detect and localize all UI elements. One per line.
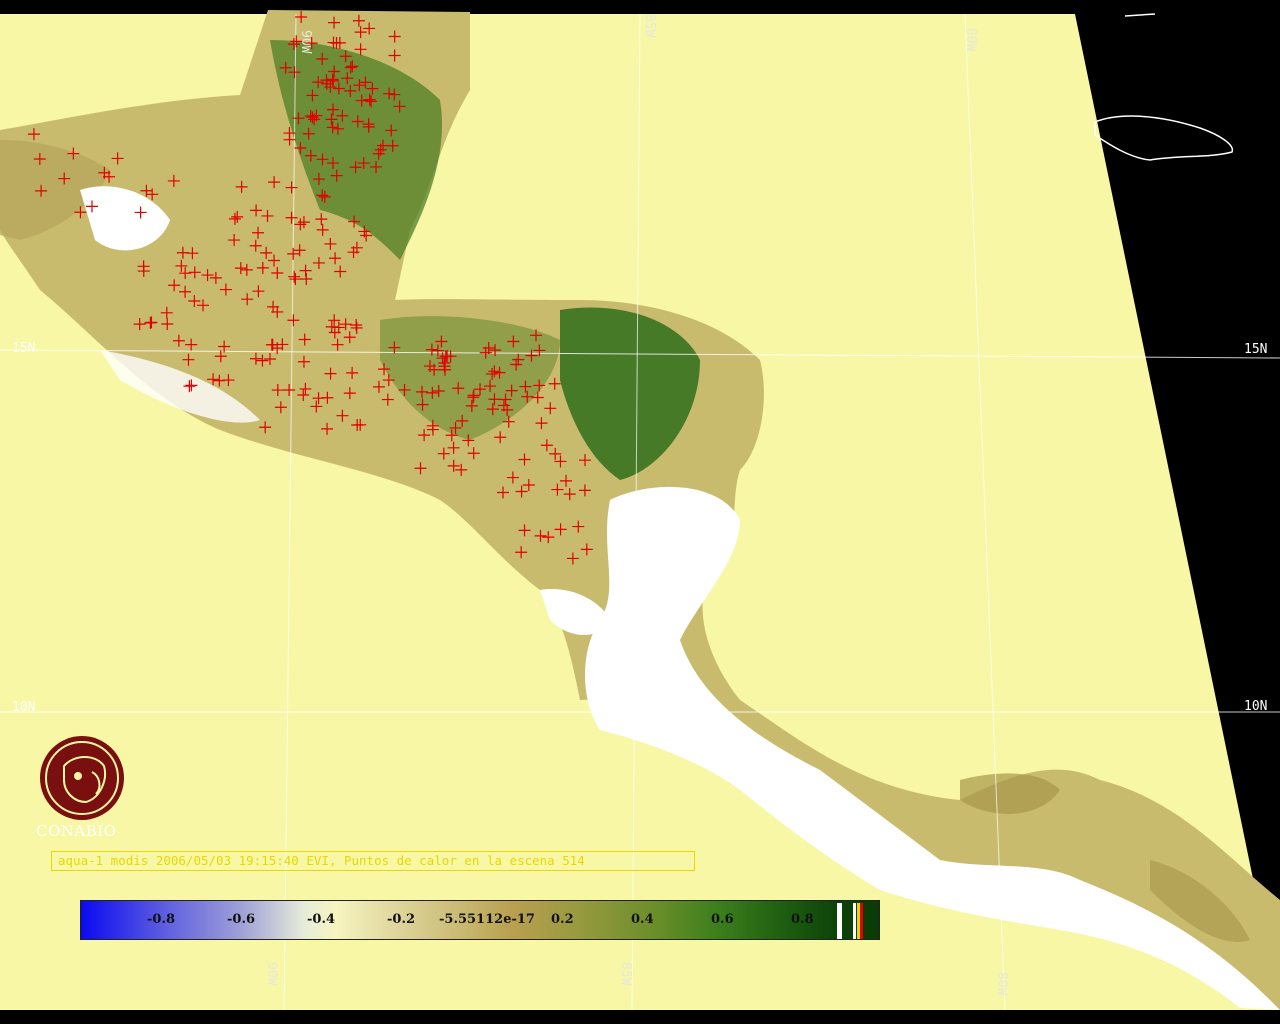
colorbar-tick: -0.8 bbox=[147, 912, 176, 927]
colorbar-tick: -0.6 bbox=[227, 912, 256, 927]
lat-label-left-10n: 10N bbox=[12, 700, 35, 715]
lat-label-right-15n: 15N bbox=[1244, 342, 1267, 357]
lon-label-top-85w: 85W bbox=[642, 14, 657, 38]
lon-label-bottom-85w: 85W bbox=[618, 962, 633, 986]
colorbar-white-mark bbox=[853, 903, 856, 939]
colorbar-tick: -0.4 bbox=[307, 912, 336, 927]
conabio-logo-icon bbox=[40, 736, 124, 820]
colorbar-tick: 0.2 bbox=[551, 912, 574, 927]
colorbar-tick: 0.8 bbox=[791, 912, 814, 927]
lon-label-top-80w: 80W bbox=[963, 28, 978, 52]
colorbar-tick: -0.2 bbox=[387, 912, 416, 927]
colorbar-cloud-swatch bbox=[837, 903, 842, 939]
conabio-logo-text: CONABIO bbox=[36, 822, 117, 840]
colorbar-tick: 0.6 bbox=[711, 912, 734, 927]
colorbar-tick: -5.55112e-17 bbox=[439, 912, 535, 927]
lat-label-left-15n: 15N bbox=[12, 341, 35, 356]
colorbar-tick: 0.4 bbox=[631, 912, 654, 927]
colorbar-red-mark bbox=[860, 903, 863, 939]
lon-label-bottom-90w: 90W bbox=[264, 962, 279, 986]
scene-caption: aqua-1 modis 2006/05/03 19:15:40 EVI, Pu… bbox=[51, 851, 695, 871]
lat-label-right-10n: 10N bbox=[1244, 699, 1267, 714]
evi-colorbar: -0.8 -0.6 -0.4 -0.2 -5.55112e-17 0.2 0.4… bbox=[80, 900, 880, 940]
lon-label-bottom-80w: 80W bbox=[994, 972, 1009, 996]
